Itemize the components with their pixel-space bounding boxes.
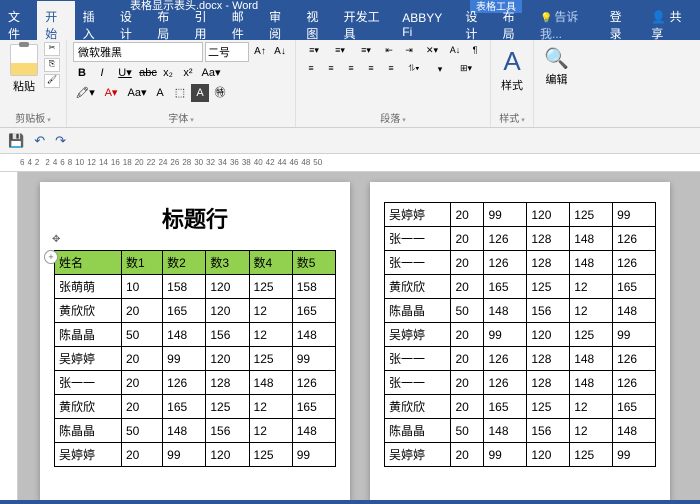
font-color-button[interactable]: A▾ xyxy=(99,84,123,102)
ribbon: 粘贴 ✂ ⎘ 🖌 剪贴板 A↑ A↓ B I U▾ abc x₂ x² Aa▾ xyxy=(0,40,700,128)
highlight-button[interactable]: 🖍▾ xyxy=(73,84,97,102)
bullets-button[interactable]: ≡▾ xyxy=(302,42,326,58)
table-row[interactable]: 陈晶晶5014815612148 xyxy=(385,419,656,443)
page-title: 标题行 xyxy=(54,202,336,234)
char-scale-button[interactable]: A xyxy=(151,84,169,102)
text-effects-button[interactable]: Aa▾ xyxy=(199,64,223,82)
table-1[interactable]: 姓名数1数2数3数4数5 张萌萌10158120125158黄欣欣2016512… xyxy=(54,250,336,467)
styles-button[interactable]: A 样式 xyxy=(497,42,527,97)
table-row[interactable]: 张一一20126128148126 xyxy=(385,347,656,371)
table-row[interactable]: 黄欣欣2016512512165 xyxy=(385,275,656,299)
group-editing: 🔍 编辑 xyxy=(534,40,579,127)
numbering-button[interactable]: ≡▾ xyxy=(328,42,352,58)
table-row[interactable]: 张一一20126128148126 xyxy=(385,227,656,251)
clipboard-label[interactable]: 剪贴板 xyxy=(6,108,60,127)
shrink-font-icon[interactable]: A↓ xyxy=(271,42,289,62)
table-move-handle-icon[interactable]: ✥ xyxy=(52,234,60,245)
group-styles: A 样式 样式 xyxy=(491,40,534,127)
grow-font-icon[interactable]: A↑ xyxy=(251,42,269,62)
page-2: 吴婷婷209912012599张一一20126128148126张一一20126… xyxy=(370,182,670,500)
paragraph-label[interactable]: 段落 xyxy=(302,108,484,127)
clipboard-icon xyxy=(10,44,38,76)
font-size-select[interactable] xyxy=(205,42,249,62)
vertical-ruler[interactable] xyxy=(0,172,18,500)
distribute-button[interactable]: ≡ xyxy=(382,60,400,76)
find-button[interactable]: 🔍 编辑 xyxy=(540,42,573,91)
group-font: A↑ A↓ B I U▾ abc x₂ x² Aa▾ 🖍▾ A▾ Aa▾ A ⬚… xyxy=(67,40,296,127)
table-row[interactable]: 陈晶晶5014815612148 xyxy=(55,419,336,443)
table-row[interactable]: 吴婷婷209912012599 xyxy=(55,443,336,467)
enclose-char-button[interactable]: ㊕ xyxy=(211,84,229,102)
font-name-select[interactable] xyxy=(73,42,203,62)
quick-access-toolbar: 💾 ↶ ↷ xyxy=(0,128,700,154)
table-row[interactable]: 黄欣欣2016512512165 xyxy=(385,395,656,419)
table-row[interactable]: 吴婷婷209912012599 xyxy=(55,347,336,371)
cut-icon[interactable]: ✂ xyxy=(44,42,60,56)
italic-button[interactable]: I xyxy=(93,64,111,82)
table-row[interactable]: 陈晶晶5014815612148 xyxy=(385,299,656,323)
multilevel-button[interactable]: ≡▾ xyxy=(354,42,378,58)
decrease-indent-button[interactable]: ⇤ xyxy=(380,42,398,58)
insert-row-handle-icon[interactable]: + xyxy=(44,250,58,264)
underline-button[interactable]: U▾ xyxy=(113,64,137,82)
font-label[interactable]: 字体 xyxy=(73,108,289,127)
table-2[interactable]: 吴婷婷209912012599张一一20126128148126张一一20126… xyxy=(384,202,656,467)
ribbon-tabs: 文件 开始 插入 设计 布局 引用 邮件 审阅 视图 开发工具 ABBYY Fi… xyxy=(0,10,700,40)
doc-title: 表格显示表头.docx - Word xyxy=(130,0,258,13)
group-clipboard: 粘贴 ✂ ⎘ 🖌 剪贴板 xyxy=(0,40,67,127)
char-shading-button[interactable]: A xyxy=(191,84,209,102)
bold-button[interactable]: B xyxy=(73,64,91,82)
table-row[interactable]: 张一一20126128148126 xyxy=(385,251,656,275)
change-case-button[interactable]: Aa▾ xyxy=(125,84,149,102)
document-area: ✥ + 标题行 姓名数1数2数3数4数5 张萌萌10158120125158黄欣… xyxy=(0,172,700,500)
table-row[interactable]: 张一一20126128148126 xyxy=(385,371,656,395)
table-row[interactable]: 吴婷婷209912012599 xyxy=(385,323,656,347)
table-header[interactable]: 数1 xyxy=(121,251,162,275)
show-marks-button[interactable]: ¶ xyxy=(466,42,484,58)
justify-button[interactable]: ≡ xyxy=(362,60,380,76)
undo-icon[interactable]: ↶ xyxy=(34,133,45,149)
status-bar xyxy=(0,500,700,504)
char-border-button[interactable]: ⬚ xyxy=(171,84,189,102)
group-paragraph: ≡▾ ≡▾ ≡▾ ⇤ ⇥ ✕▾ A↓ ¶ ≡ ≡ ≡ ≡ ≡ ⥮▾ ▾ ⊞▾ 段… xyxy=(296,40,491,127)
paste-button[interactable]: 粘贴 xyxy=(6,42,42,96)
strike-button[interactable]: abc xyxy=(139,64,157,82)
table-row[interactable]: 陈晶晶5014815612148 xyxy=(55,323,336,347)
table-header[interactable]: 数4 xyxy=(249,251,292,275)
table-header[interactable]: 数5 xyxy=(292,251,335,275)
table-header[interactable]: 姓名 xyxy=(55,251,122,275)
borders-button[interactable]: ⊞▾ xyxy=(454,60,478,76)
line-spacing-button[interactable]: ⥮▾ xyxy=(402,60,426,76)
styles-label[interactable]: 样式 xyxy=(497,108,527,127)
styles-icon: A xyxy=(503,46,520,77)
save-icon[interactable]: 💾 xyxy=(8,133,24,149)
align-center-button[interactable]: ≡ xyxy=(322,60,340,76)
redo-icon[interactable]: ↷ xyxy=(55,133,66,149)
share-button[interactable]: 👤 共享 xyxy=(643,1,694,49)
table-header[interactable]: 数2 xyxy=(163,251,206,275)
table-row[interactable]: 张一一20126128148126 xyxy=(55,371,336,395)
table-row[interactable]: 张萌萌10158120125158 xyxy=(55,275,336,299)
horizontal-ruler[interactable]: 6422468101214161820222426283032343638404… xyxy=(0,154,700,172)
subscript-button[interactable]: x₂ xyxy=(159,64,177,82)
table-row[interactable]: 黄欣欣2016512512165 xyxy=(55,395,336,419)
align-left-button[interactable]: ≡ xyxy=(302,60,320,76)
align-right-button[interactable]: ≡ xyxy=(342,60,360,76)
asian-layout-button[interactable]: ✕▾ xyxy=(420,42,444,58)
copy-icon[interactable]: ⎘ xyxy=(44,58,60,72)
login-button[interactable]: 登录 xyxy=(602,1,638,49)
table-row[interactable]: 吴婷婷209912012599 xyxy=(385,443,656,467)
table-row[interactable]: 吴婷婷209912012599 xyxy=(385,203,656,227)
table-header[interactable]: 数3 xyxy=(206,251,249,275)
page-1: 标题行 姓名数1数2数3数4数5 张萌萌10158120125158黄欣欣201… xyxy=(40,182,350,500)
increase-indent-button[interactable]: ⇥ xyxy=(400,42,418,58)
format-painter-icon[interactable]: 🖌 xyxy=(44,74,60,88)
shading-button[interactable]: ▾ xyxy=(428,60,452,76)
table-row[interactable]: 黄欣欣2016512012165 xyxy=(55,299,336,323)
sort-button[interactable]: A↓ xyxy=(446,42,464,58)
superscript-button[interactable]: x² xyxy=(179,64,197,82)
search-icon: 🔍 xyxy=(544,46,569,71)
